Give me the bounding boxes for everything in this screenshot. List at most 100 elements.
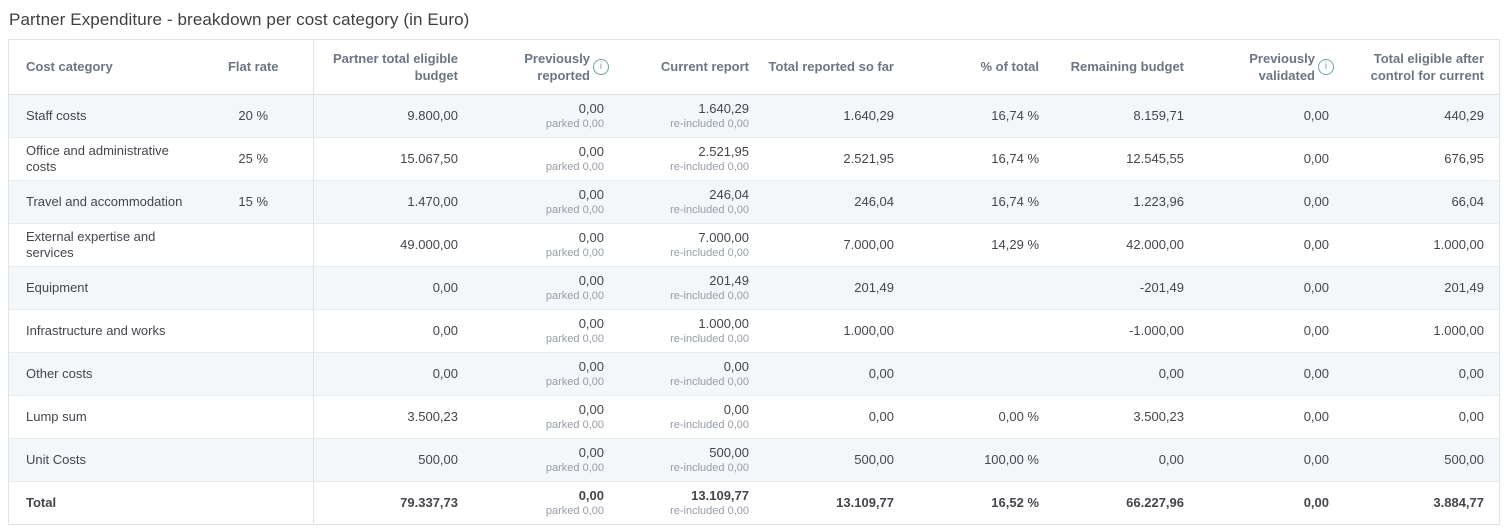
- previously-validated-cell: 0,00: [1199, 94, 1344, 137]
- parked-value: parked 0,00: [473, 504, 604, 518]
- total-reported-cell: 7.000,00: [764, 223, 909, 266]
- flat-rate-cell: [194, 438, 313, 481]
- previously-validated-cell: 0,00: [1199, 180, 1344, 223]
- parked-value: parked 0,00: [473, 332, 604, 346]
- flat-rate-cell: 15 %: [194, 180, 313, 223]
- current-report-value: 7.000,00: [619, 230, 749, 246]
- re-included-value: re-included 0,00: [619, 461, 749, 475]
- pct-of-total-cell: 16,52 %: [909, 481, 1054, 524]
- current-report-value: 500,00: [619, 445, 749, 461]
- previously-reported-cell: 0,00 parked 0,00: [473, 94, 619, 137]
- previously-validated-cell: 0,00: [1199, 438, 1344, 481]
- cost-category-cell: Office and administrative costs: [9, 137, 194, 180]
- previously-reported-value: 0,00: [473, 273, 604, 289]
- parked-value: parked 0,00: [473, 160, 604, 174]
- previously-reported-cell: 0,00 parked 0,00: [473, 481, 619, 524]
- remaining-budget-cell: 1.223,96: [1054, 180, 1199, 223]
- remaining-budget-cell: 42.000,00: [1054, 223, 1199, 266]
- total-eligible-cell: 3.884,77: [1344, 481, 1499, 524]
- pct-of-total-cell: 16,74 %: [909, 137, 1054, 180]
- parked-value: parked 0,00: [473, 117, 604, 131]
- previously-reported-cell: 0,00 parked 0,00: [473, 266, 619, 309]
- current-report-cell: 13.109,77 re-included 0,00: [619, 481, 764, 524]
- flat-rate-cell: [194, 309, 313, 352]
- total-eligible-cell: 0,00: [1344, 395, 1499, 438]
- current-report-cell: 0,00 re-included 0,00: [619, 352, 764, 395]
- cost-category-cell: External expertise and services: [9, 223, 194, 266]
- col-header-partner-total: Partner total eligible budget: [313, 40, 473, 94]
- previously-reported-cell: 0,00 parked 0,00: [473, 395, 619, 438]
- cost-category-cell: Other costs: [9, 352, 194, 395]
- re-included-value: re-included 0,00: [619, 332, 749, 346]
- pct-of-total-cell: 0,00 %: [909, 395, 1054, 438]
- table-row: Lump sum 3.500,23 0,00 parked 0,00 0,00 …: [9, 395, 1499, 438]
- table-row: Equipment 0,00 0,00 parked 0,00 201,49 r…: [9, 266, 1499, 309]
- info-icon[interactable]: i: [593, 59, 609, 75]
- remaining-budget-cell: 8.159,71: [1054, 94, 1199, 137]
- total-eligible-cell: 1.000,00: [1344, 223, 1499, 266]
- re-included-value: re-included 0,00: [619, 375, 749, 389]
- total-eligible-cell: 500,00: [1344, 438, 1499, 481]
- total-reported-cell: 2.521,95: [764, 137, 909, 180]
- remaining-budget-cell: 0,00: [1054, 438, 1199, 481]
- parked-value: parked 0,00: [473, 418, 604, 432]
- total-eligible-cell: 440,29: [1344, 94, 1499, 137]
- table-row: External expertise and services 49.000,0…: [9, 223, 1499, 266]
- previously-reported-label: Previously reported: [506, 50, 590, 84]
- cost-category-cell: Staff costs: [9, 94, 194, 137]
- re-included-value: re-included 0,00: [619, 504, 749, 518]
- total-reported-cell: 500,00: [764, 438, 909, 481]
- previously-validated-cell: 0,00: [1199, 266, 1344, 309]
- current-report-cell: 500,00 re-included 0,00: [619, 438, 764, 481]
- previously-reported-value: 0,00: [473, 230, 604, 246]
- table-row: Travel and accommodation 15 % 1.470,00 0…: [9, 180, 1499, 223]
- pct-of-total-cell: [909, 266, 1054, 309]
- current-report-value: 201,49: [619, 273, 749, 289]
- partner-total-cell: 15.067,50: [313, 137, 473, 180]
- current-report-cell: 0,00 re-included 0,00: [619, 395, 764, 438]
- total-eligible-cell: 201,49: [1344, 266, 1499, 309]
- expenditure-table: Cost category Flat rate Partner total el…: [8, 39, 1500, 525]
- re-included-value: re-included 0,00: [619, 418, 749, 432]
- previously-reported-value: 0,00: [473, 144, 604, 160]
- total-eligible-cell: 676,95: [1344, 137, 1499, 180]
- previously-validated-cell: 0,00: [1199, 395, 1344, 438]
- cost-category-cell: Infrastructure and works: [9, 309, 194, 352]
- total-reported-cell: 0,00: [764, 352, 909, 395]
- total-reported-cell: 1.640,29: [764, 94, 909, 137]
- pct-of-total-cell: 14,29 %: [909, 223, 1054, 266]
- page-title: Partner Expenditure - breakdown per cost…: [9, 10, 1500, 30]
- previously-validated-cell: 0,00: [1199, 481, 1344, 524]
- col-header-current-report: Current report: [619, 40, 764, 94]
- table-row: Office and administrative costs 25 % 15.…: [9, 137, 1499, 180]
- cost-category-cell: Travel and accommodation: [9, 180, 194, 223]
- previously-validated-cell: 0,00: [1199, 137, 1344, 180]
- parked-value: parked 0,00: [473, 246, 604, 260]
- previously-reported-value: 0,00: [473, 359, 604, 375]
- partner-total-cell: 1.470,00: [313, 180, 473, 223]
- current-report-value: 13.109,77: [619, 488, 749, 504]
- remaining-budget-cell: 12.545,55: [1054, 137, 1199, 180]
- re-included-value: re-included 0,00: [619, 160, 749, 174]
- flat-rate-cell: [194, 481, 313, 524]
- previously-reported-value: 0,00: [473, 316, 604, 332]
- previously-reported-cell: 0,00 parked 0,00: [473, 180, 619, 223]
- col-header-total-eligible: Total eligible after control for current: [1344, 40, 1499, 94]
- table-row: Other costs 0,00 0,00 parked 0,00 0,00 r…: [9, 352, 1499, 395]
- table-row: Staff costs 20 % 9.800,00 0,00 parked 0,…: [9, 94, 1499, 137]
- current-report-value: 0,00: [619, 402, 749, 418]
- flat-rate-cell: [194, 395, 313, 438]
- previously-validated-cell: 0,00: [1199, 309, 1344, 352]
- pct-of-total-cell: [909, 352, 1054, 395]
- col-header-total-reported: Total reported so far: [764, 40, 909, 94]
- pct-of-total-cell: 16,74 %: [909, 180, 1054, 223]
- parked-value: parked 0,00: [473, 375, 604, 389]
- table-row: Infrastructure and works 0,00 0,00 parke…: [9, 309, 1499, 352]
- cost-category-cell: Equipment: [9, 266, 194, 309]
- previously-reported-cell: 0,00 parked 0,00: [473, 352, 619, 395]
- total-reported-cell: 201,49: [764, 266, 909, 309]
- info-icon[interactable]: i: [1318, 59, 1334, 75]
- flat-rate-cell: [194, 352, 313, 395]
- flat-rate-cell: 25 %: [194, 137, 313, 180]
- previously-validated-label: Previously validated: [1231, 50, 1315, 84]
